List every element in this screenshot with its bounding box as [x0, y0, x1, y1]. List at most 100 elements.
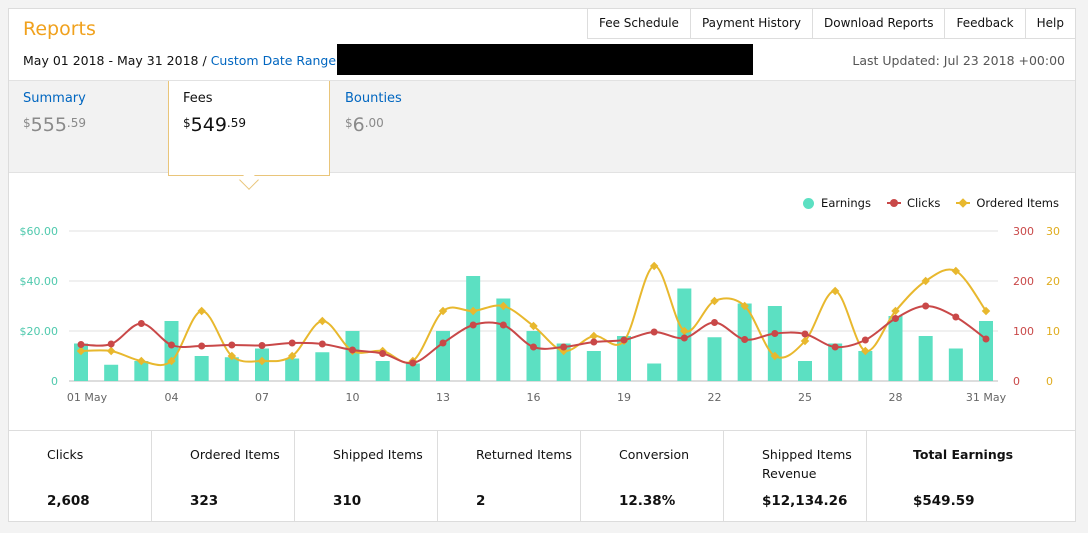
clicks-point: [861, 336, 869, 344]
x-tick-label: 10: [346, 391, 360, 404]
tab-summary-amount: $555.59: [23, 114, 154, 136]
clicks-point: [318, 340, 326, 348]
tab-bounties[interactable]: Bounties $6.00: [331, 81, 481, 174]
stat-value: 12.38%: [619, 493, 676, 509]
x-tick-label: 04: [165, 391, 179, 404]
chart-svg: 0 $20.00 $40.00 $60.00 0 100 200 300 0 10 20 30 01 M…: [20, 225, 1061, 404]
stat-label: Ordered Items: [190, 447, 280, 462]
ordered-items-point: [197, 306, 206, 316]
clicks-point: [168, 341, 175, 349]
amount-whole: 6: [352, 114, 365, 136]
last-updated: Last Updated: Jul 23 2018 +00:00: [852, 53, 1065, 68]
earnings-bar: [194, 356, 209, 381]
stat-ordered-items: Ordered Items 323: [152, 431, 295, 521]
tab-bounties-label: Bounties: [345, 91, 402, 106]
date-range-separator: /: [202, 53, 207, 68]
stat-label: Conversion: [619, 447, 690, 462]
tab-summary-label: Summary: [23, 91, 86, 106]
stat-label: Shipped Items: [333, 447, 423, 462]
clicks-point: [560, 343, 568, 351]
earnings-bar: [888, 316, 903, 381]
date-range-text: May 01 2018 - May 31 2018: [23, 53, 199, 68]
x-tick-label: 07: [255, 391, 269, 404]
stat-value: $12,134.26: [762, 493, 848, 509]
earnings-bar: [285, 358, 300, 381]
redacted-block: [337, 44, 753, 75]
date-range-selector[interactable]: May 01 2018 - May 31 2018 / Custom Date …: [23, 53, 354, 68]
stat-label: Returned Items: [476, 447, 573, 462]
stat-total-earnings: Total Earnings $549.59: [867, 431, 1075, 521]
payment-history-button[interactable]: Payment History: [690, 9, 813, 38]
x-tick-label: 01 May: [67, 391, 108, 404]
stat-label: Clicks: [47, 447, 84, 462]
stat-label: Total Earnings: [913, 447, 1014, 462]
help-button[interactable]: Help: [1025, 9, 1075, 38]
y-right2-tick-label: 30: [1046, 225, 1060, 238]
clicks-point: [409, 359, 417, 367]
y-left-tick-label: $60.00: [20, 225, 59, 238]
clicks-point: [228, 341, 236, 349]
y-left-tick-label: $40.00: [20, 275, 59, 288]
earnings-bar: [948, 348, 963, 381]
y-right2-tick-label: 0: [1046, 375, 1053, 388]
currency-symbol: $: [183, 116, 191, 130]
earnings-bar: [526, 331, 541, 381]
clicks-point: [288, 339, 296, 347]
clicks-point: [982, 335, 990, 343]
clicks-point: [439, 339, 447, 347]
clicks-point: [379, 350, 387, 357]
ordered-items-point: [318, 316, 327, 326]
clicks-point: [711, 319, 718, 326]
stat-label: Shipped Items Revenue: [762, 447, 852, 481]
fee-schedule-button[interactable]: Fee Schedule: [587, 9, 691, 38]
download-reports-button[interactable]: Download Reports: [812, 9, 946, 38]
clicks-point: [831, 343, 839, 351]
amount-whole: 549: [190, 114, 227, 136]
stat-value: 323: [190, 493, 219, 509]
y-right-tick-label: 300: [1013, 225, 1034, 238]
earnings-bar: [798, 361, 812, 381]
y-right-tick-label: 200: [1013, 275, 1034, 288]
y-right2-tick-label: 10: [1046, 325, 1060, 338]
clicks-point: [499, 321, 507, 329]
custom-date-range-link[interactable]: Custom Date Range: [211, 53, 336, 68]
x-tick-label: 25: [798, 391, 812, 404]
y-right-tick-label: 0: [1013, 375, 1020, 388]
clicks-point: [77, 341, 85, 348]
clicks-point: [650, 328, 658, 336]
x-tick-label: 19: [617, 391, 631, 404]
x-tick-label: 31 May: [966, 391, 1007, 404]
clicks-point: [801, 330, 809, 338]
stat-value: 2: [476, 493, 486, 509]
tab-summary[interactable]: Summary $555.59: [9, 81, 168, 174]
clicks-point: [469, 321, 477, 329]
earnings-bar: [586, 351, 601, 381]
earnings-bar: [918, 336, 933, 381]
stat-value: 310: [333, 493, 362, 509]
tab-fees[interactable]: Fees $549.59: [168, 81, 330, 176]
y-right-tick-label: 100: [1013, 325, 1034, 338]
page-title: Reports: [23, 18, 96, 40]
feedback-button[interactable]: Feedback: [945, 9, 1026, 38]
amount-cents: .59: [226, 116, 246, 130]
clicks-point: [922, 302, 930, 310]
stat-conversion: Conversion 12.38%: [581, 431, 724, 521]
clicks-point: [349, 346, 356, 354]
tab-fees-amount: $549.59: [183, 114, 315, 136]
clicks-point: [258, 342, 266, 349]
y-left-tick-label: 0: [51, 375, 58, 388]
clicks-point: [530, 343, 537, 351]
earnings-bar: [164, 321, 179, 381]
earnings-bar: [496, 298, 511, 381]
clicks-point: [620, 336, 628, 344]
clicks-point: [771, 330, 779, 337]
earnings-bar: [345, 331, 360, 381]
amount-cents: .00: [364, 116, 384, 130]
currency-symbol: $: [345, 116, 353, 130]
tab-bounties-amount: $6.00: [345, 114, 467, 136]
earnings-bar: [767, 306, 782, 381]
tab-fees-label: Fees: [183, 91, 213, 106]
earnings-bar: [224, 357, 239, 381]
clicks-point: [892, 315, 899, 322]
earnings-chart: 0 $20.00 $40.00 $60.00 0 100 200 300 0 10 20 30 01 M…: [9, 187, 1075, 427]
